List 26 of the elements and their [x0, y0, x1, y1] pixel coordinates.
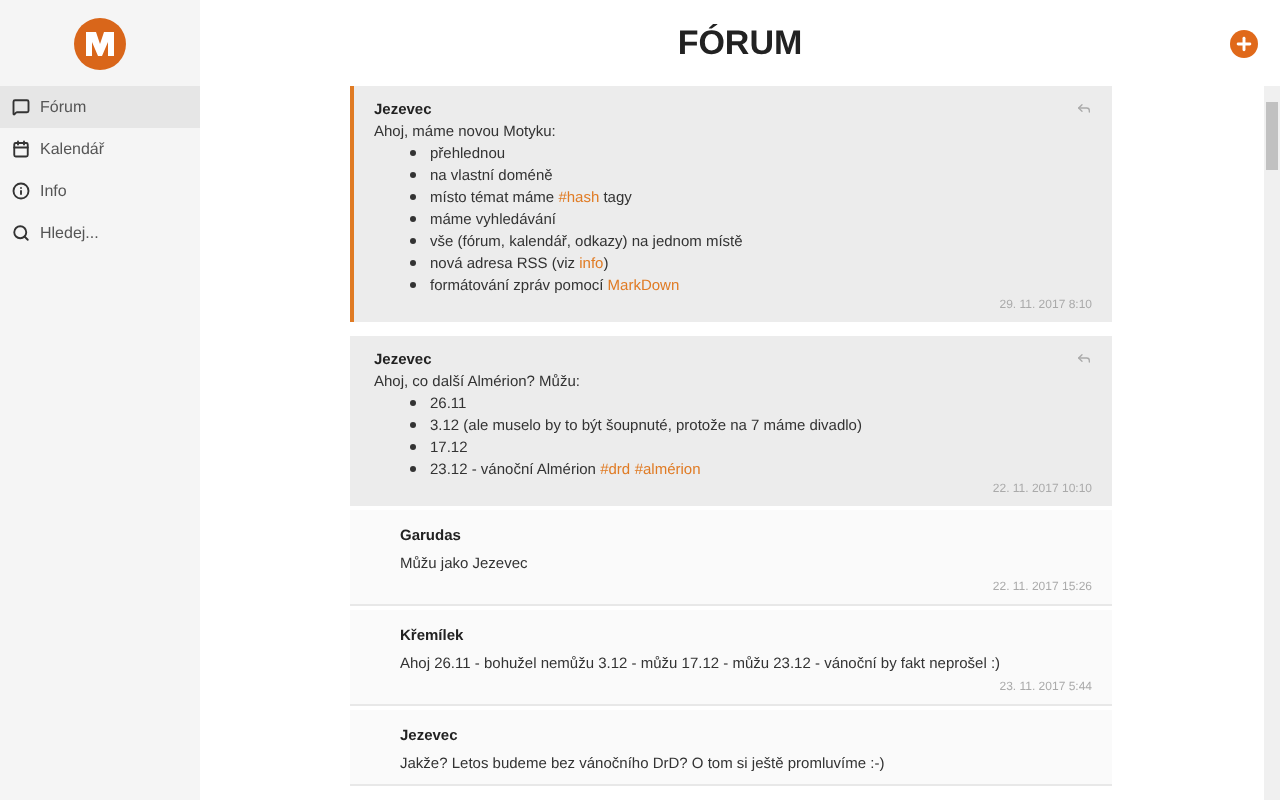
page-title: FÓRUM: [677, 21, 803, 66]
nav-item[interactable]: Info: [0, 170, 200, 212]
plus-icon: [1234, 34, 1254, 54]
chat-icon: [12, 98, 30, 116]
bullet-icon: [410, 260, 416, 266]
reply-icon[interactable]: [1076, 350, 1092, 366]
bullet-icon: [410, 282, 416, 288]
bullet-icon: [410, 150, 416, 156]
bullet-icon: [410, 216, 416, 222]
bullet-icon: [410, 466, 416, 472]
add-button[interactable]: [1230, 30, 1258, 58]
bullet-icon: [410, 400, 416, 406]
calendar-icon: [12, 140, 30, 158]
search-icon: [12, 224, 30, 242]
bullet-icon: [410, 238, 416, 244]
nav-item[interactable]: Kalendář: [0, 128, 200, 170]
nav-item[interactable]: Fórum: [0, 86, 200, 128]
scrollbar[interactable]: [1264, 86, 1280, 800]
bullet-icon: [410, 422, 416, 428]
logo-icon: [74, 17, 126, 69]
nav-item[interactable]: Hledej...: [0, 212, 200, 254]
bullet-icon: [410, 172, 416, 178]
bullet-icon: [410, 444, 416, 450]
info-icon: [12, 182, 30, 200]
bullet-icon: [410, 194, 416, 200]
reply-icon[interactable]: [1076, 100, 1092, 116]
